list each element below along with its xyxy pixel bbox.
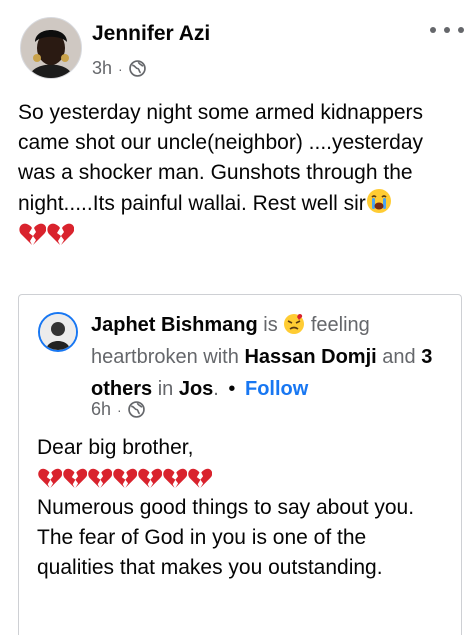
greeting-text: Dear big brother, [37,436,194,459]
tagged-person[interactable]: Hassan Domji [244,346,376,368]
post-meta: 3h · [92,58,146,79]
author-name[interactable]: Jennifer Azi [92,22,210,46]
broken-heart-icon [163,468,187,488]
post-header: Jennifer Azi 3h · [0,0,476,96]
body-line-1: Numerous good things to say about you. [37,496,415,519]
post-time[interactable]: 3h [92,58,112,79]
broken-heart-icon [88,468,112,488]
and-text: and [382,346,416,368]
post-text-paragraph: So yesterday night some armed kidnappers… [18,98,458,219]
broken-heart-icon [188,468,212,488]
hearts-row [37,463,447,493]
post-hearts [18,219,458,249]
shared-author-name[interactable]: Japhet Bishmang [91,314,258,336]
broken-heart-icon [38,468,62,488]
body-line-2: The fear of God in you is one of the qua… [37,526,383,579]
more-options-icon[interactable] [430,20,464,40]
broken-heart-icon [63,468,87,488]
heartbroken-face-icon [284,313,305,334]
shared-meta-separator: · [117,401,122,418]
post-text: So yesterday night some armed kidnappers… [18,101,424,215]
shared-post-header: Japhet Bishmang is feeling heartbroken w… [91,309,451,405]
location-link[interactable]: Jos [179,378,213,400]
location-period: . [213,378,219,400]
broken-heart-icon [19,223,46,245]
broken-heart-icon [138,468,162,488]
in-text: in [157,378,174,400]
shared-post-time[interactable]: 6h [91,399,111,420]
post-body: So yesterday night some armed kidnappers… [18,98,458,249]
shared-author-avatar[interactable] [38,312,78,352]
broken-heart-icon [113,468,137,488]
follow-button[interactable]: Follow [245,378,308,400]
shared-post-meta: 6h · [91,399,145,420]
shared-post-card[interactable]: Japhet Bishmang is feeling heartbroken w… [18,294,462,635]
globe-icon[interactable] [128,60,146,77]
meta-separator: · [118,60,123,77]
follow-bullet: • [228,378,236,400]
author-avatar[interactable] [20,17,82,79]
crying-face-icon [366,189,391,213]
is-text: is [263,314,278,336]
broken-heart-icon [47,223,74,245]
shared-post-body: Dear big brother, Numerous good things t… [37,433,447,583]
globe-icon[interactable] [127,401,145,418]
